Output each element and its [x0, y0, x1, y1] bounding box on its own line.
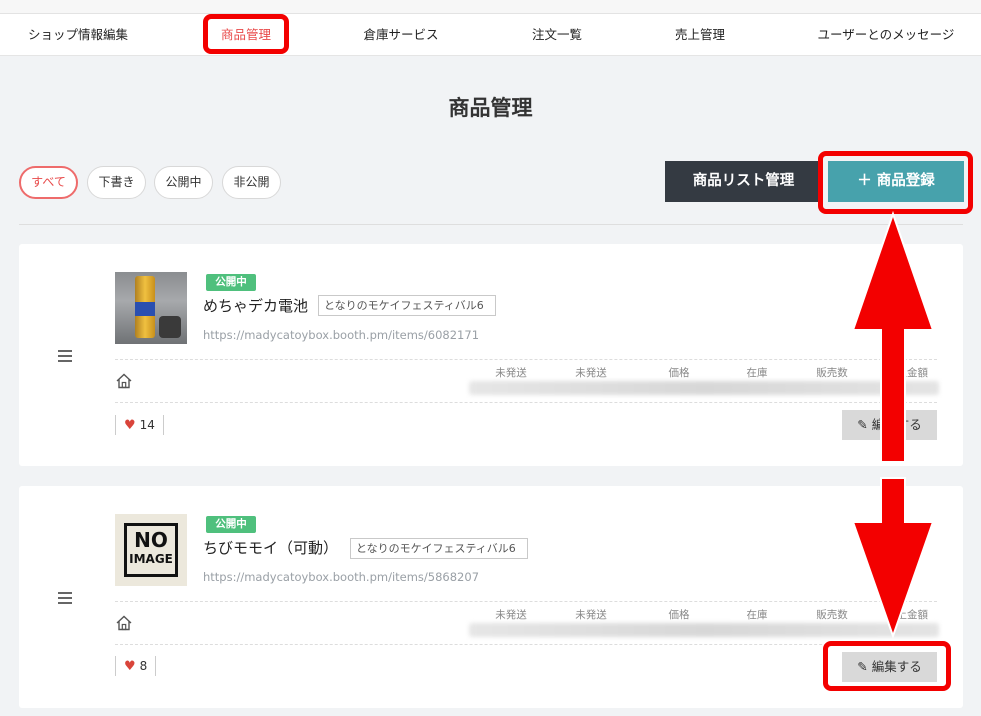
stat-values-blurred	[469, 623, 939, 637]
product-card: 公開中 めちゃデカ電池 となりのモケイフェスティバル6 https://mady…	[19, 244, 963, 466]
like-count-value: 8	[139, 659, 148, 673]
nav-warehouse-service[interactable]: 倉庫サービス	[356, 14, 446, 56]
product-thumbnail[interactable]	[115, 272, 187, 344]
drag-handle-icon[interactable]	[58, 350, 72, 365]
product-name[interactable]: めちゃデカ電池	[203, 295, 308, 316]
filter-public[interactable]: 公開中	[154, 166, 213, 199]
stat-header-sold: 販売数	[816, 609, 848, 621]
product-url[interactable]: https://madycatoybox.booth.pm/items/6082…	[203, 328, 479, 342]
product-list-manage-button[interactable]: 商品リスト管理	[665, 161, 822, 202]
stat-header-unshipped: 未発送	[495, 609, 527, 621]
home-icon	[116, 373, 132, 389]
heart-icon: ♥	[124, 659, 136, 674]
stat-header-stock: 在庫	[746, 367, 768, 379]
nav-order-list[interactable]: 注文一覧	[525, 14, 589, 56]
stat-header-price: 価格	[668, 367, 690, 379]
filter-draft[interactable]: 下書き	[87, 166, 146, 199]
stat-header-unshipped: 未発送	[495, 367, 527, 379]
nav-shop-info[interactable]: ショップ情報編集	[22, 14, 134, 56]
top-nav: ショップ情報編集 商品管理 倉庫サービス 注文一覧 売上管理 ユーザーとのメッセ…	[0, 14, 981, 56]
shop-tag: となりのモケイフェスティバル6	[350, 538, 528, 559]
shop-tag: となりのモケイフェスティバル6	[318, 295, 496, 316]
like-count-value: 14	[139, 418, 155, 432]
row-divider	[115, 402, 937, 403]
heart-icon: ♥	[124, 418, 136, 433]
status-badge: 公開中	[206, 274, 256, 291]
edit-button[interactable]: ✎ 編集する	[842, 652, 937, 682]
top-strip	[0, 0, 981, 14]
filter-all[interactable]: すべて	[19, 166, 78, 199]
row-divider	[115, 359, 937, 360]
filter-private[interactable]: 非公開	[222, 166, 281, 199]
product-thumbnail-no-image[interactable]: NO IMAGE	[115, 514, 187, 586]
edit-button-label: 編集する	[871, 417, 922, 432]
divider	[19, 224, 963, 225]
product-name[interactable]: ちびモモイ（可動）	[203, 537, 338, 558]
product-card: NO IMAGE 公開中 ちびモモイ（可動） となりのモケイフェスティバル6 h…	[19, 486, 963, 708]
stat-header-unshipped-2: 未発送	[575, 367, 607, 379]
product-url[interactable]: https://madycatoybox.booth.pm/items/5868…	[203, 570, 479, 584]
nav-user-messages[interactable]: ユーザーとのメッセージ	[812, 14, 960, 56]
product-register-button[interactable]: ＋ 商品登録	[828, 161, 964, 202]
nav-product-management[interactable]: 商品管理	[210, 14, 282, 56]
nav-sales-management[interactable]: 売上管理	[668, 14, 732, 56]
drag-handle-icon[interactable]	[58, 592, 72, 607]
stat-values-blurred	[469, 381, 939, 395]
no-image-text-line2: IMAGE	[129, 552, 173, 566]
row-divider	[115, 601, 937, 602]
stat-header-revenue: 売上金額	[886, 367, 928, 379]
home-icon	[116, 615, 132, 631]
stat-header-price: 価格	[668, 609, 690, 621]
like-count[interactable]: ♥ 8	[115, 656, 157, 676]
row-divider	[115, 644, 937, 645]
edit-button-label: 編集する	[871, 659, 922, 674]
page-title: 商品管理	[448, 96, 533, 120]
edit-button[interactable]: ✎ 編集する	[842, 410, 937, 440]
stat-header-stock: 在庫	[746, 609, 768, 621]
status-badge: 公開中	[206, 516, 256, 533]
stat-header-sold: 販売数	[816, 367, 848, 379]
like-count[interactable]: ♥ 14	[115, 415, 164, 435]
stat-header-revenue: 売上金額	[886, 609, 928, 621]
stat-header-unshipped-2: 未発送	[575, 609, 607, 621]
no-image-text-line1: NO	[134, 528, 168, 552]
